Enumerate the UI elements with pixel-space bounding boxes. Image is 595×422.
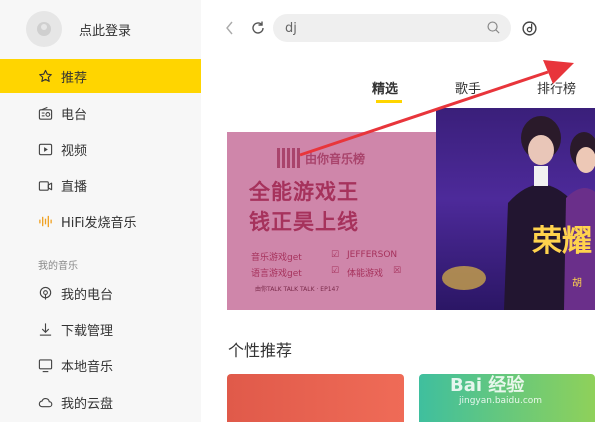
section-title-my-music: 我的音乐 bbox=[38, 261, 78, 272]
banner-headline-1: 全能游戏王 bbox=[249, 180, 359, 204]
sidebar-item-recommend[interactable]: 推荐 bbox=[0, 59, 201, 93]
sidebar: 点此登录 推荐 电台 视频 直播 HiFi发烧音乐 我的音乐 我的电台 下载管理… bbox=[0, 0, 201, 422]
banner-footer: 由你TALK TALK TALK · EP147 bbox=[255, 286, 340, 293]
sidebar-item-live[interactable]: 直播 bbox=[0, 168, 201, 202]
tab-singers[interactable]: 歌手 bbox=[455, 78, 481, 97]
sidebar-item-label: 本地音乐 bbox=[61, 359, 114, 375]
user-login[interactable]: 点此登录 bbox=[26, 11, 131, 47]
sidebar-item-cloud[interactable]: 我的云盘 bbox=[0, 385, 201, 419]
sidebar-item-my-radio[interactable]: 我的电台 bbox=[0, 276, 201, 310]
banner-subtitle: 胡 bbox=[572, 278, 582, 289]
banner-tag-3: 体能游戏 bbox=[347, 269, 384, 279]
user-icon bbox=[37, 22, 51, 36]
banner-logo: 由你音乐榜 bbox=[277, 148, 365, 168]
playlist-card[interactable] bbox=[227, 374, 404, 422]
video-icon bbox=[37, 141, 53, 157]
login-link[interactable]: 点此登录 bbox=[79, 20, 131, 39]
sidebar-item-label: 我的云盘 bbox=[61, 396, 114, 412]
radio-icon bbox=[37, 105, 53, 121]
sidebar-item-label: 推荐 bbox=[61, 70, 88, 86]
sidebar-item-label: 电台 bbox=[61, 107, 88, 123]
back-arrow-icon[interactable] bbox=[224, 20, 236, 40]
search-input[interactable] bbox=[285, 20, 475, 36]
sidebar-item-label: HiFi发烧音乐 bbox=[61, 215, 137, 231]
podcast-icon bbox=[37, 285, 53, 301]
tab-charts[interactable]: 排行榜 bbox=[537, 78, 576, 97]
section-title-recommend: 个性推荐 bbox=[228, 341, 293, 360]
avatar[interactable] bbox=[26, 11, 62, 47]
banner-right[interactable]: 荣耀 胡 bbox=[436, 108, 595, 310]
banner-headline-2: 钱正昊上线 bbox=[249, 210, 359, 234]
sidebar-item-label: 直播 bbox=[61, 179, 88, 195]
sidebar-item-video[interactable]: 视频 bbox=[0, 132, 201, 166]
banner-left[interactable]: 由你音乐榜 全能游戏王 钱正昊上线 音乐游戏get ☑ JEFFERSON 语言… bbox=[227, 132, 436, 310]
check-icon: ☑ bbox=[331, 266, 340, 276]
baidu-watermark: Bai 经验 bbox=[450, 375, 525, 396]
banner-tag-1: 音乐游戏get bbox=[251, 253, 302, 263]
cloud-icon bbox=[37, 394, 53, 410]
sidebar-item-label: 我的电台 bbox=[61, 287, 114, 303]
search-icon[interactable] bbox=[486, 20, 501, 39]
sidebar-item-radio[interactable]: 电台 bbox=[0, 96, 201, 130]
search-box[interactable] bbox=[273, 14, 511, 42]
sidebar-item-label: 视频 bbox=[61, 143, 88, 159]
sidebar-item-download[interactable]: 下载管理 bbox=[0, 312, 201, 346]
download-icon bbox=[37, 321, 53, 337]
check-icon: ☑ bbox=[331, 250, 340, 260]
monitor-icon bbox=[37, 357, 53, 373]
music-recognize-icon[interactable] bbox=[521, 20, 538, 41]
logo-bars-icon bbox=[277, 148, 301, 168]
hifi-icon bbox=[37, 213, 53, 229]
sidebar-item-local[interactable]: 本地音乐 bbox=[0, 348, 201, 382]
banner-logo-text: 由你音乐榜 bbox=[305, 151, 366, 166]
banner-title: 荣耀 bbox=[532, 224, 592, 259]
active-tab-indicator bbox=[376, 100, 402, 103]
sidebar-item-hifi[interactable]: HiFi发烧音乐 bbox=[0, 204, 201, 238]
tab-featured[interactable]: 精选 bbox=[372, 78, 398, 97]
sidebar-item-label: 下载管理 bbox=[61, 323, 114, 339]
banner-name: JEFFERSON bbox=[347, 250, 398, 260]
cross-icon: ☒ bbox=[393, 266, 402, 276]
live-icon bbox=[37, 177, 53, 193]
banner-tag-2: 语言游戏get bbox=[251, 269, 302, 279]
refresh-icon[interactable] bbox=[250, 20, 266, 40]
watermark-url: jingyan.baidu.com bbox=[459, 396, 543, 406]
star-icon bbox=[37, 68, 53, 84]
